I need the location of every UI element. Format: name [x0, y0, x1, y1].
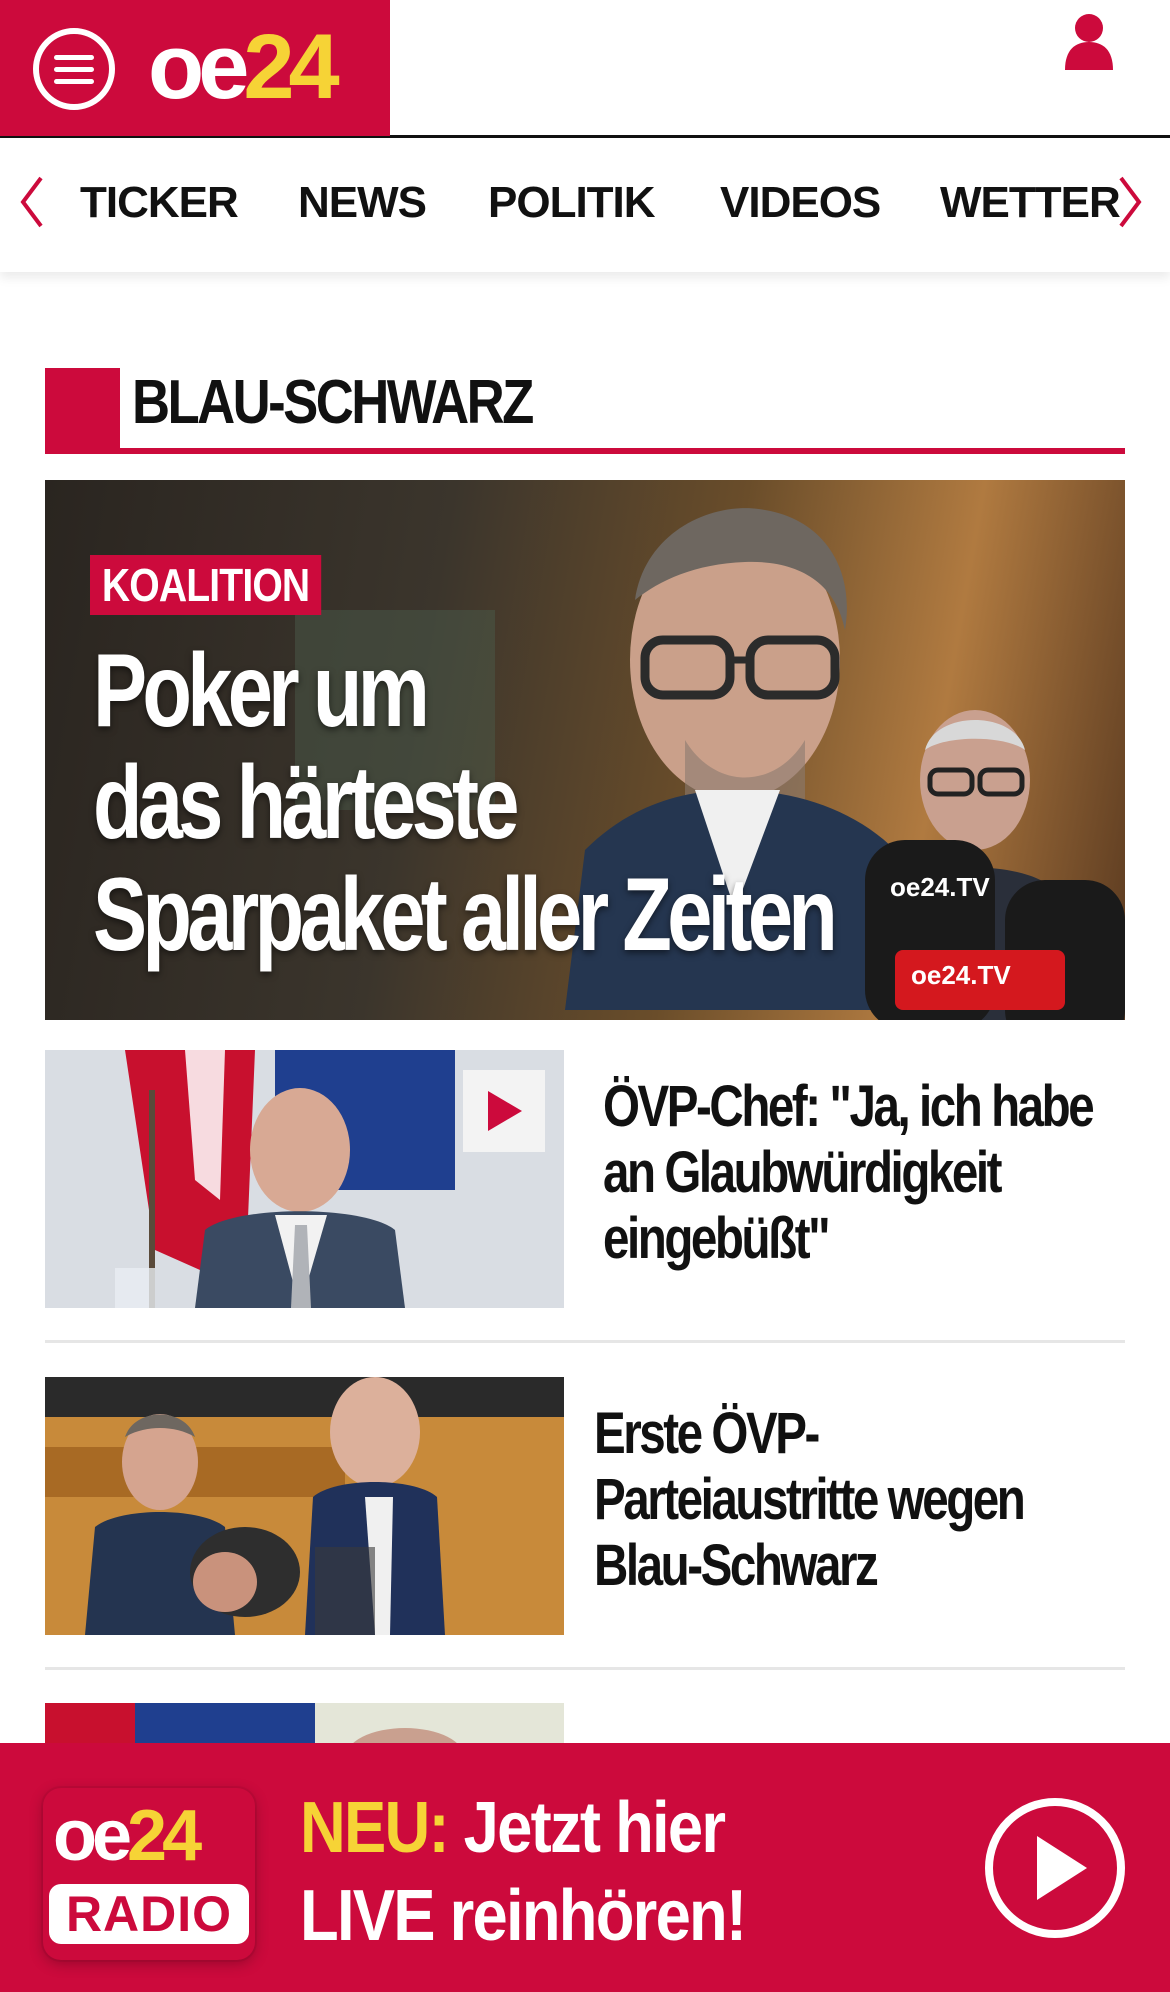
user-account-icon[interactable] [1063, 12, 1115, 72]
section-underline [45, 448, 1125, 454]
section-marker [45, 368, 120, 452]
mic-label-top: oe24.TV [890, 872, 990, 902]
article-title-line1: ÖVP-Chef: "Ja, ich habe [603, 1074, 1095, 1139]
article-thumbnail-image [45, 1377, 564, 1635]
play-triangle [1037, 1836, 1087, 1900]
brand-block: oe 24 [0, 0, 390, 136]
section-heading: BLAU-SCHWARZ [45, 368, 1125, 456]
video-play-badge[interactable] [463, 1070, 545, 1152]
radio-logo-wordmark: oe24 [53, 1800, 202, 1872]
play-circle-icon[interactable] [985, 1798, 1125, 1938]
hero-headline-line3: Sparpaket aller Zeiten [93, 857, 838, 973]
radio-banner[interactable]: oe24 RADIO NEU: Jetzt hier LIVE reinhöre… [0, 1743, 1170, 1992]
mic-label-bottom: oe24.TV [911, 960, 1011, 990]
article-title[interactable]: ÖVP-Chef: "Ja, ich habe an Glaubwürdigke… [603, 1074, 1136, 1272]
nav-item-ticker[interactable]: TICKER [80, 177, 239, 230]
oe24-logo[interactable]: oe 24 [148, 16, 340, 118]
article-title-line2: Parteiaustritte wegen [594, 1467, 1026, 1532]
article-title-line1: Erste ÖVP- [594, 1401, 820, 1466]
article-title-line3: Blau-Schwarz [594, 1533, 879, 1598]
divider [45, 1340, 1125, 1343]
nav-item-wetter[interactable]: WETTER [940, 177, 1121, 230]
section-title[interactable]: BLAU-SCHWARZ [132, 366, 534, 440]
article-thumbnail[interactable] [45, 1050, 564, 1308]
radio-banner-line1: NEU: Jetzt hier [300, 1785, 726, 1871]
article-thumbnail[interactable] [45, 1377, 564, 1635]
radio-logo-24: 24 [127, 1796, 202, 1876]
article-title-line3: eingebüßt" [603, 1206, 831, 1271]
article-teaser[interactable]: Erste ÖVP- Parteiaustritte wegen Blau-Sc… [45, 1377, 1125, 1635]
radio-logo-label: RADIO [49, 1884, 249, 1944]
nav-item-videos[interactable]: VIDEOS [720, 177, 881, 230]
hero-headline-line2: das härteste [93, 745, 519, 861]
article-title[interactable]: Erste ÖVP- Parteiaustritte wegen Blau-Sc… [594, 1401, 1127, 1599]
radio-neu-label: NEU: [300, 1788, 450, 1868]
nav-item-news[interactable]: NEWS [298, 177, 427, 230]
radio-line1-text: Jetzt hier [447, 1788, 726, 1868]
nav-item-politik[interactable]: POLITIK [488, 177, 656, 230]
logo-24: 24 [243, 16, 339, 118]
logo-oe: oe [148, 16, 249, 118]
hamburger-menu-icon[interactable] [33, 28, 115, 110]
hero-teaser[interactable]: oe24.TV oe24.TV KOALITION Poker um das h… [45, 480, 1125, 1020]
hero-headline[interactable]: Poker um das härteste Sparpaket aller Ze… [93, 635, 873, 971]
chevron-left-icon[interactable] [17, 174, 47, 230]
article-title-line2: an Glaubwürdigkeit [603, 1140, 1002, 1205]
article-teaser[interactable]: ÖVP-Chef: "Ja, ich habe an Glaubwürdigke… [45, 1050, 1125, 1308]
category-nav: TICKER NEWS POLITIK VIDEOS WETTER [0, 139, 1170, 272]
radio-logo-oe: oe [53, 1796, 132, 1876]
site-header: oe 24 [0, 0, 1170, 138]
hero-kicker-tag: KOALITION [90, 555, 322, 615]
chevron-right-icon[interactable] [1115, 174, 1145, 230]
divider [45, 1667, 1125, 1670]
play-icon [488, 1091, 522, 1131]
oe24-radio-logo: oe24 RADIO [43, 1788, 255, 1960]
hero-headline-line1: Poker um [93, 633, 430, 749]
radio-banner-line2: LIVE reinhören! [300, 1876, 747, 1956]
